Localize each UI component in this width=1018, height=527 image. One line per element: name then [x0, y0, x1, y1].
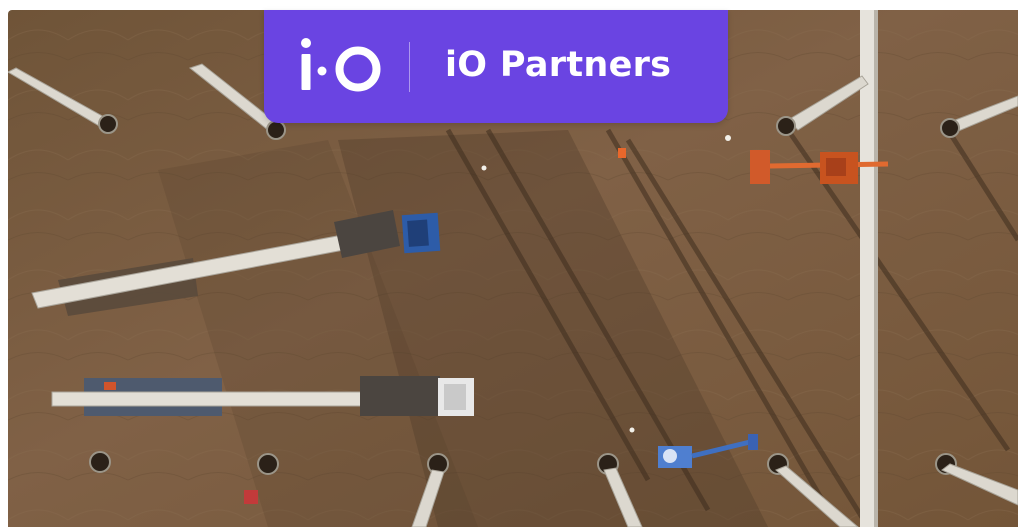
badge-divider	[409, 42, 410, 92]
io-logo-icon	[300, 38, 382, 94]
brand-badge: iO Partners	[264, 10, 728, 123]
brand-name: iO Partners	[445, 45, 672, 85]
banner: iO Partners	[0, 0, 1018, 527]
